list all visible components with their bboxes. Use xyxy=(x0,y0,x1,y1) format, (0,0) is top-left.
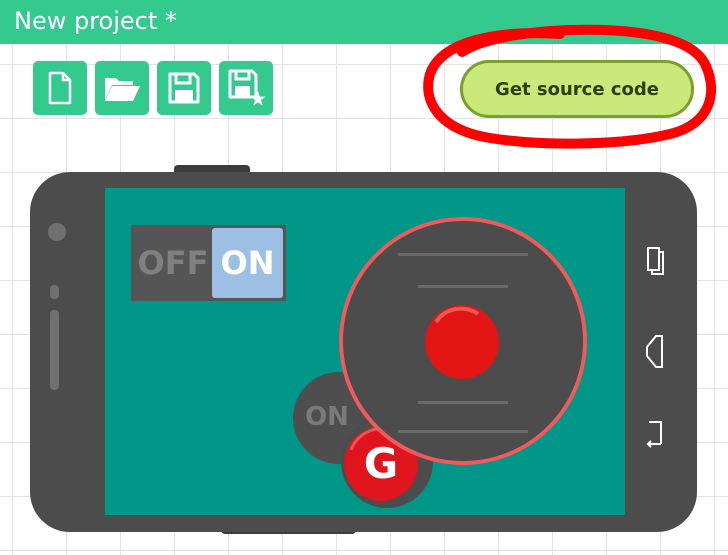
on-off-switch: OFF ON xyxy=(131,225,286,301)
switch-on-label: ON xyxy=(212,228,283,298)
switch-off-label: OFF xyxy=(137,244,209,282)
phone-speaker xyxy=(50,310,59,390)
phone-camera xyxy=(48,223,66,241)
joystick-knob xyxy=(425,305,499,379)
phone-sensor xyxy=(50,285,59,299)
round-button-label: ON xyxy=(305,402,349,432)
gamepad-badge-label: G xyxy=(363,439,399,488)
